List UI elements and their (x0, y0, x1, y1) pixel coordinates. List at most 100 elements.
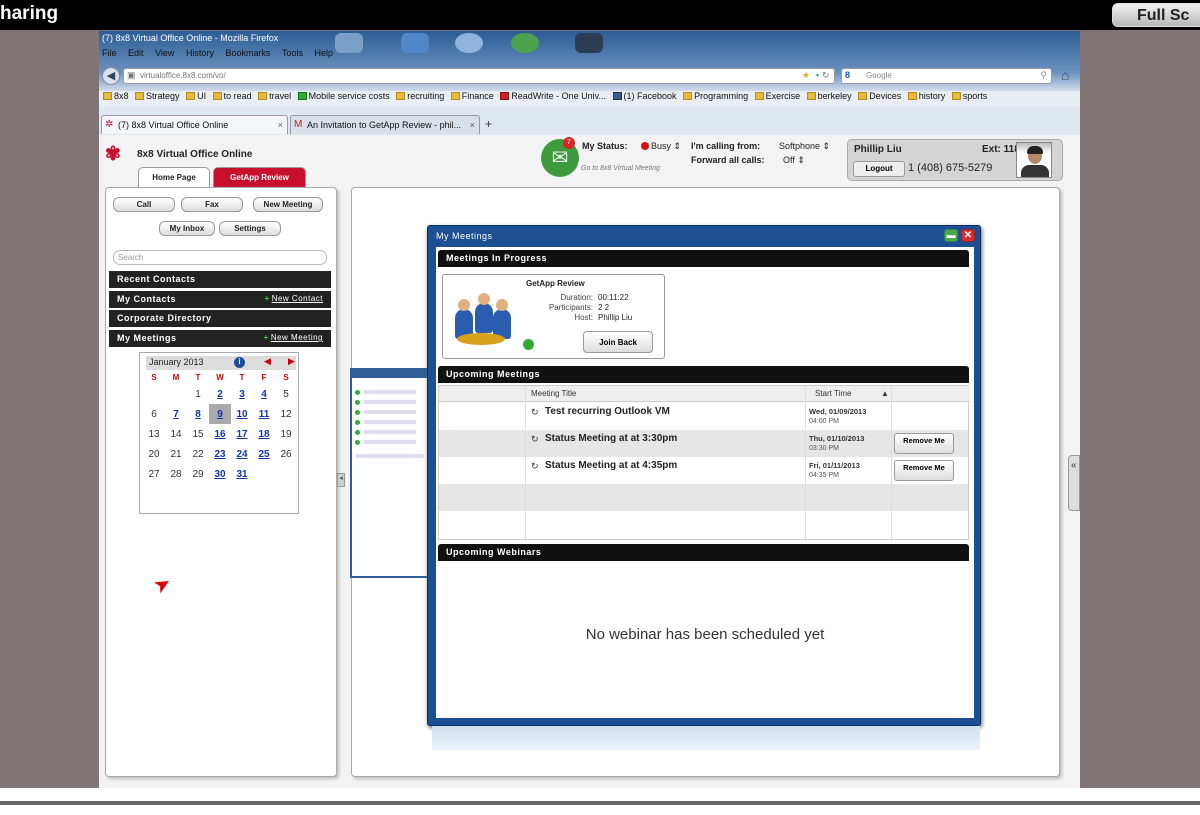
home-icon[interactable]: ⌂ (1061, 67, 1069, 83)
calendar-day[interactable]: 4 (253, 384, 275, 404)
bookmark-item[interactable]: UI (186, 91, 206, 101)
calendar-day[interactable]: 18 (253, 424, 275, 444)
calendar-day[interactable]: 27 (143, 464, 165, 484)
tab-home-page[interactable]: Home Page (138, 167, 210, 187)
new-meeting-link[interactable]: + New Meeting (264, 333, 323, 342)
calendar-day[interactable]: 5 (275, 384, 297, 404)
calendar-day[interactable]: 13 (143, 424, 165, 444)
calendar-day[interactable]: 24 (231, 444, 253, 464)
calendar-day[interactable]: 8 (187, 404, 209, 424)
logout-button[interactable]: Logout (853, 161, 905, 177)
bookmark-item[interactable]: (1) Facebook (612, 91, 677, 101)
remove-me-button[interactable]: Remove Me (894, 460, 954, 481)
my-meetings-section[interactable]: My Meetings + New Meeting (109, 330, 331, 347)
remove-me-button[interactable]: Remove Me (894, 433, 954, 454)
join-back-button[interactable]: Join Back (583, 331, 653, 353)
calendar-day[interactable]: 11 (253, 404, 275, 424)
calendar-day[interactable]: 6 (143, 404, 165, 424)
bookmark-item[interactable]: 8x8 (103, 91, 129, 101)
calendar-day[interactable]: 28 (165, 464, 187, 484)
bookmark-item[interactable]: Programming (683, 91, 748, 101)
corporate-directory-section[interactable]: Corporate Directory (109, 310, 331, 327)
fax-button[interactable]: Fax (181, 197, 243, 212)
recent-contacts-section[interactable]: Recent Contacts (109, 271, 331, 288)
calendar-day[interactable]: 19 (275, 424, 297, 444)
bookmark-item[interactable]: sports (951, 91, 987, 101)
calendar-day[interactable]: 3 (231, 384, 253, 404)
info-icon[interactable]: i (234, 357, 245, 368)
bookmark-item[interactable]: Devices (858, 91, 901, 101)
bookmark-item[interactable]: berkeley (806, 91, 852, 101)
calendar-day[interactable]: 30 (209, 464, 231, 484)
call-button[interactable]: Call (113, 197, 175, 212)
new-tab-icon[interactable]: + (485, 117, 492, 131)
calling-from-select[interactable]: Softphone ⇕ (779, 141, 830, 152)
calendar-day[interactable]: 15 (187, 424, 209, 444)
calendar-day[interactable]: 26 (275, 444, 297, 464)
back-button[interactable]: ◀ (102, 67, 120, 85)
my-inbox-button[interactable]: My Inbox (159, 221, 215, 236)
bookmark-item[interactable]: travel (258, 91, 291, 101)
table-row[interactable]: ↻ Status Meeting at at 3:30pm Thu, 01/10… (439, 430, 968, 457)
browser-tab-getapp[interactable]: M An Invitation to GetApp Review - phil.… (290, 115, 480, 134)
bookmark-item[interactable]: recruiting (396, 91, 444, 101)
status-caption[interactable]: Go to 8x8 Virtual Meeting (581, 165, 660, 172)
new-contact-link[interactable]: + New Contact (265, 294, 323, 303)
search-bar[interactable]: 8 Google ⚲ (841, 68, 1052, 84)
calendar-day[interactable]: 31 (231, 464, 253, 484)
close-tab-icon[interactable]: × (470, 120, 475, 130)
collapse-sidebar-icon[interactable]: ◂ (337, 473, 345, 487)
bookmark-item[interactable]: to read (212, 91, 252, 101)
bookmark-item[interactable]: Finance (450, 91, 494, 101)
reload-icon[interactable]: ↻ (822, 70, 830, 81)
calendar-day[interactable]: 29 (187, 464, 209, 484)
calendar-day[interactable]: 20 (143, 444, 165, 464)
menu-help[interactable]: Help (315, 48, 334, 58)
star-icon[interactable]: ★ (802, 70, 810, 81)
next-month-icon[interactable]: ▶ (288, 356, 295, 367)
sidebar-search-input[interactable]: Search (113, 250, 327, 265)
calendar-day[interactable]: 22 (187, 444, 209, 464)
bookmark-item[interactable]: Mobile service costs (297, 91, 390, 101)
new-meeting-button[interactable]: New Meeting (253, 197, 323, 212)
settings-button[interactable]: Settings (219, 221, 281, 236)
my-contacts-section[interactable]: My Contacts + New Contact (109, 291, 331, 308)
calendar-day[interactable]: 7 (165, 404, 187, 424)
table-row[interactable]: ↻ Test recurring Outlook VM Wed, 01/09/2… (439, 403, 968, 430)
table-row[interactable]: ↻ Status Meeting at at 4:35pm Fri, 01/11… (439, 457, 968, 484)
menu-bookmarks[interactable]: Bookmarks (225, 48, 270, 58)
bookmark-item[interactable]: ReadWrite - One Univ... (500, 91, 606, 101)
menu-history[interactable]: History (186, 48, 214, 58)
bookmark-item[interactable]: history (907, 91, 945, 101)
addon-icon[interactable]: ▪ (816, 70, 819, 80)
prev-month-icon[interactable]: ◀ (264, 356, 271, 367)
calendar-day[interactable]: 17 (231, 424, 253, 444)
calendar-day[interactable]: 21 (165, 444, 187, 464)
calendar-day[interactable]: 1 (187, 384, 209, 404)
tab-getapp-review[interactable]: GetApp Review (213, 167, 306, 187)
fullscreen-button[interactable]: Full Sc (1112, 3, 1200, 27)
menu-file[interactable]: File (102, 48, 117, 58)
search-icon[interactable]: ⚲ (1040, 70, 1047, 81)
calendar-day[interactable]: 16 (209, 424, 231, 444)
calendar-day[interactable]: 25 (253, 444, 275, 464)
calendar-day[interactable]: 23 (209, 444, 231, 464)
menu-edit[interactable]: Edit (128, 48, 144, 58)
bookmark-item[interactable]: Strategy (135, 91, 180, 101)
minimize-icon[interactable]: ▬ (944, 229, 958, 242)
column-meeting-title[interactable]: Meeting Title (531, 389, 576, 398)
menu-tools[interactable]: Tools (282, 48, 303, 58)
browser-tab-8x8[interactable]: ✲ (7) 8x8 Virtual Office Online × (101, 115, 288, 134)
forward-calls-select[interactable]: Off ⇕ (783, 155, 805, 166)
calendar-day[interactable]: 14 (165, 424, 187, 444)
url-bar[interactable]: ▣ virtualoffice.8x8.com/vo/ ★ ▪ ↻ (123, 68, 835, 84)
calendar-day[interactable]: 2 (209, 384, 231, 404)
calendar-day[interactable]: 10 (231, 404, 253, 424)
my-status-select[interactable]: Busy ⇕ (641, 141, 681, 152)
menu-view[interactable]: View (155, 48, 174, 58)
close-tab-icon[interactable]: × (278, 120, 283, 130)
calendar-day[interactable]: 12 (275, 404, 297, 424)
sort-asc-icon[interactable]: ▲ (881, 389, 889, 398)
bookmark-item[interactable]: Exercise (754, 91, 800, 101)
column-start-time[interactable]: Start Time (815, 389, 851, 398)
